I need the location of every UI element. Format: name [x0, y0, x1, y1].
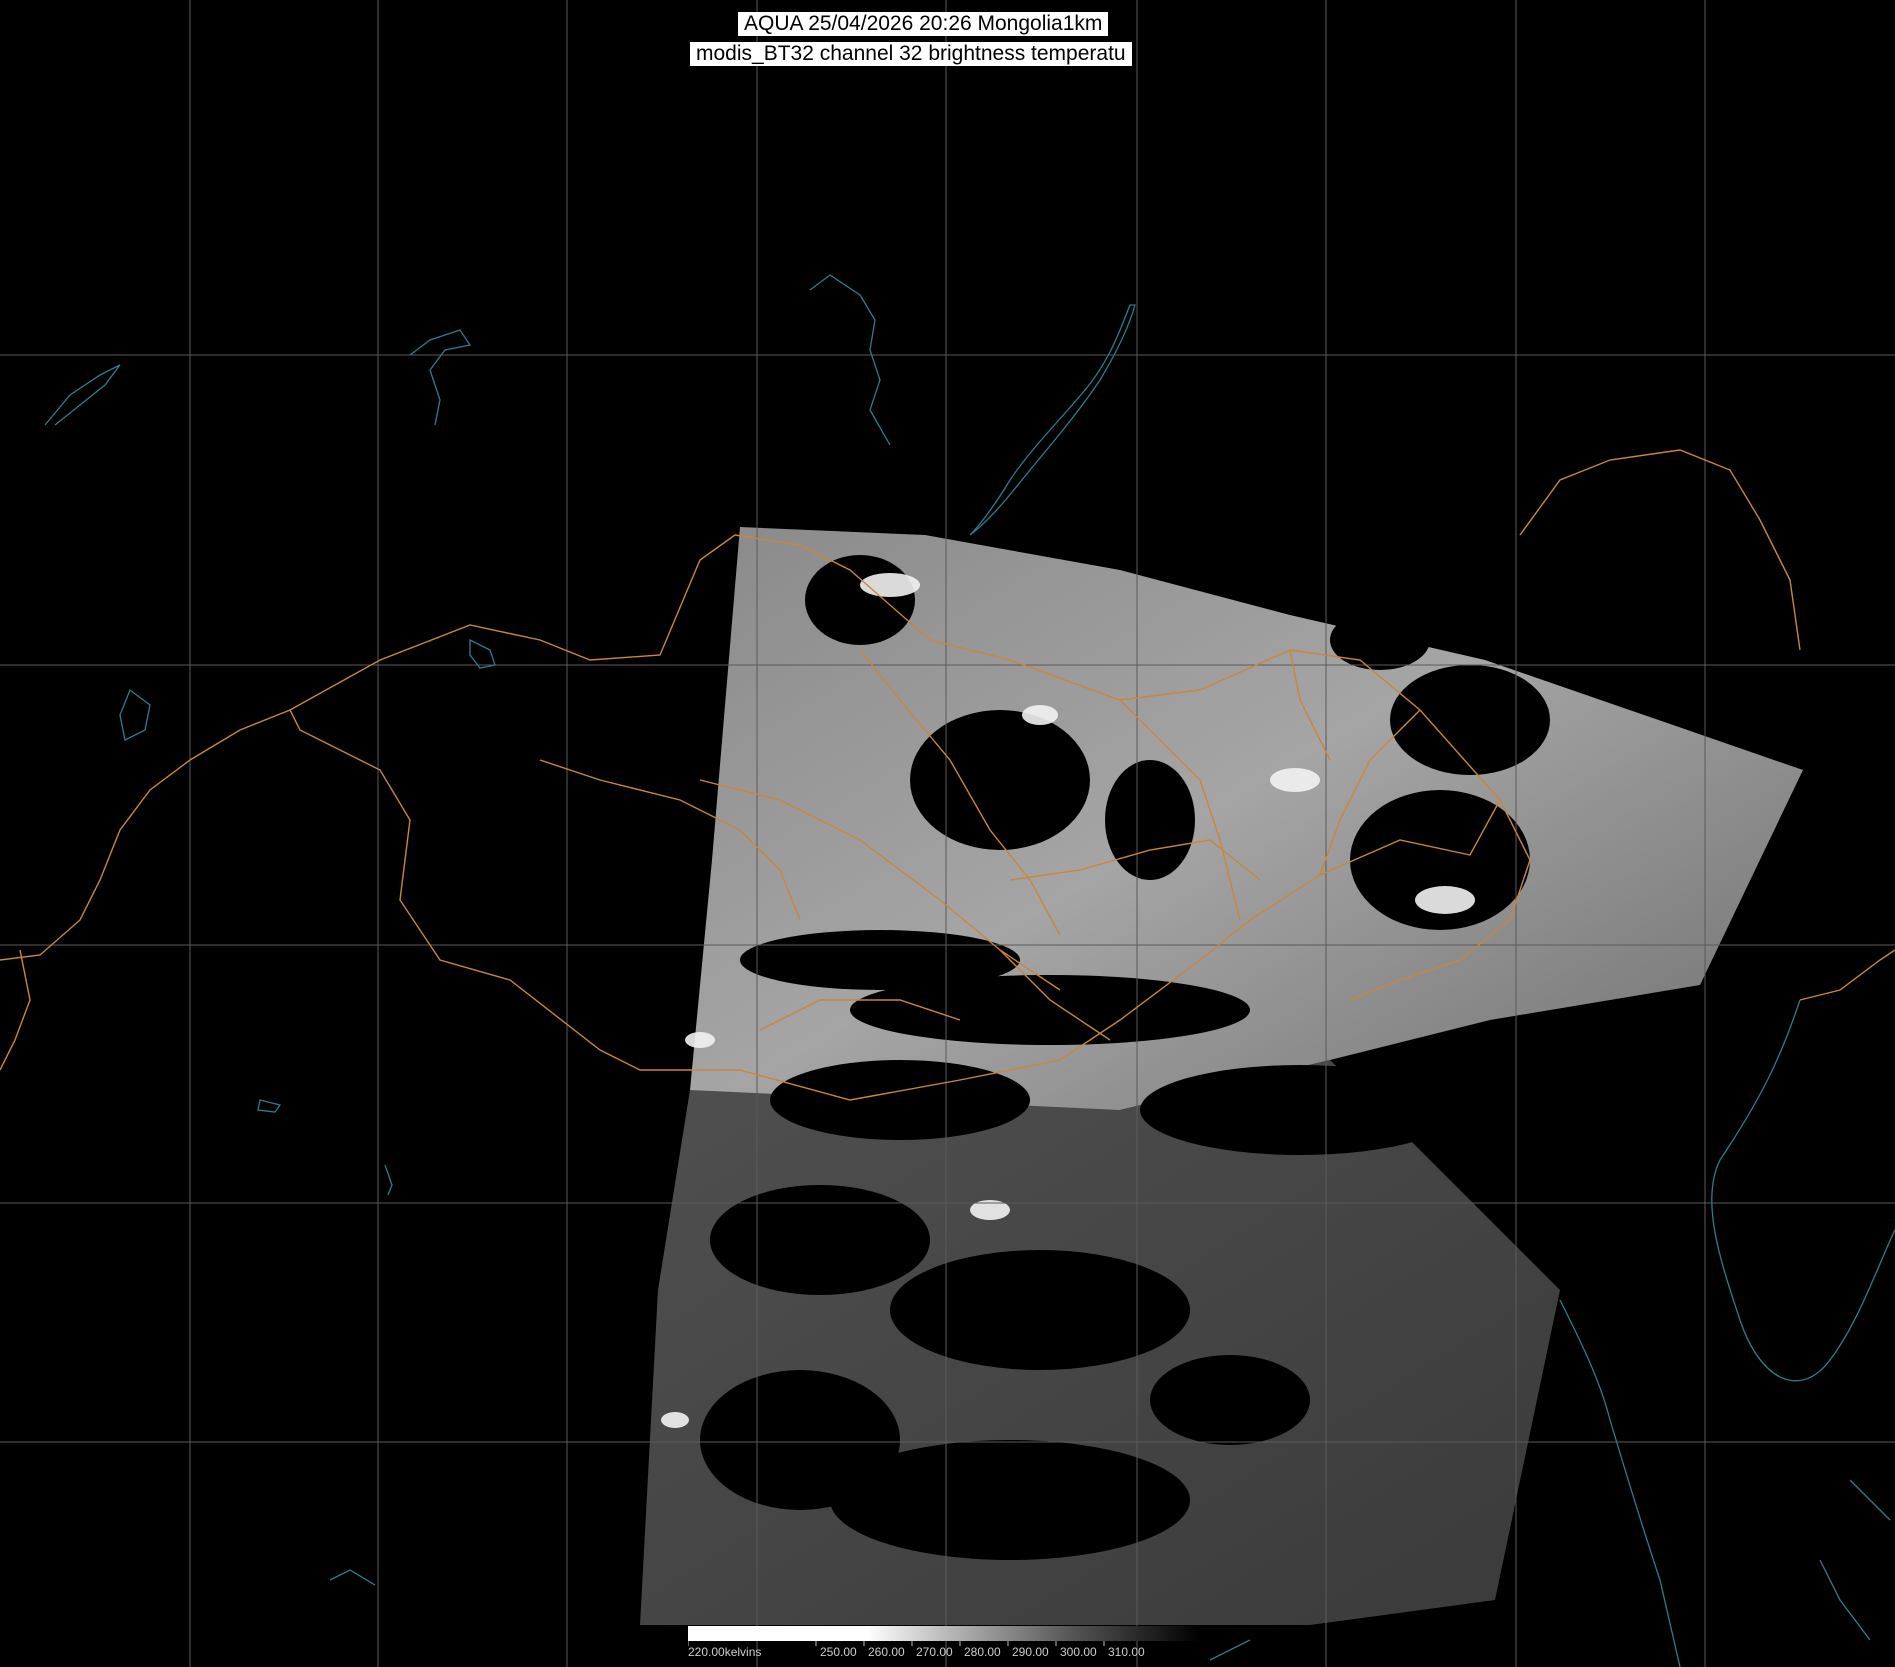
- scale-label: 300.00: [1060, 1645, 1097, 1659]
- scale-gradient: [688, 1626, 1200, 1641]
- image-subtitle: modis_BT32 channel 32 brightness tempera…: [690, 42, 1132, 66]
- scale-label: 250.00: [820, 1645, 857, 1659]
- scale-label: 260.00: [868, 1645, 905, 1659]
- scale-label: 310.00: [1108, 1645, 1145, 1659]
- scale-label: 270.00: [916, 1645, 953, 1659]
- image-title: AQUA 25/04/2026 20:26 Mongolia1km: [738, 12, 1109, 36]
- scale-label: 290.00: [1012, 1645, 1049, 1659]
- scale-label-min: 220.00kelvins: [688, 1645, 762, 1659]
- scale-label: 280.00: [964, 1645, 1001, 1659]
- satellite-map: [0, 0, 1895, 1667]
- satellite-swath: [640, 527, 1803, 1625]
